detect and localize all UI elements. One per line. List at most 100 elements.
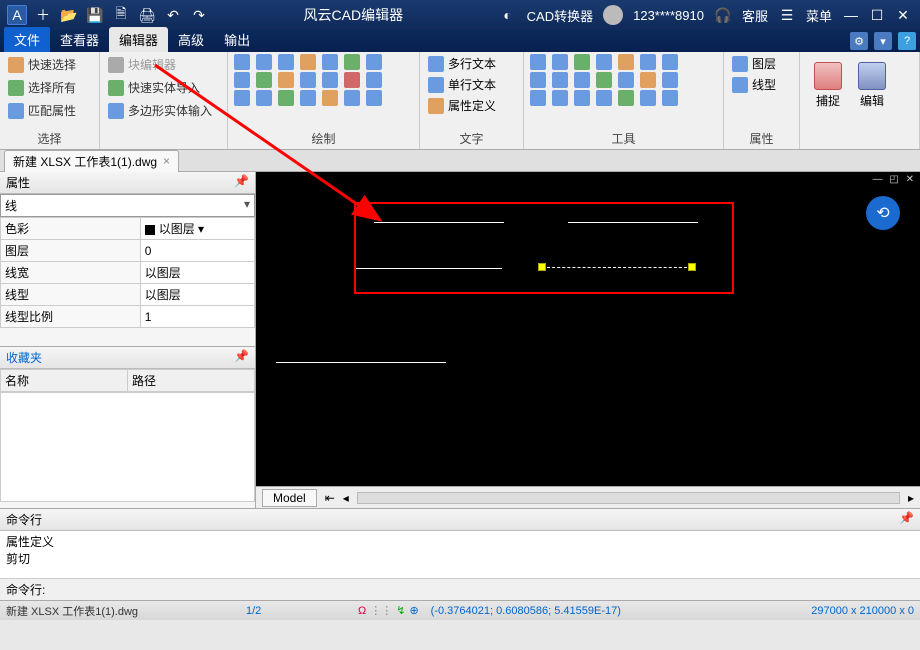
point-icon[interactable] [300,72,316,88]
line-icon[interactable] [234,54,250,70]
offset-icon[interactable] [530,90,546,106]
tab-output[interactable]: 输出 [214,27,260,52]
drawing-canvas[interactable]: — ◰ ✕ ⟲ [256,172,920,486]
grip-handle[interactable] [688,263,696,271]
ribbon-settings-icon[interactable]: ⚙ [850,32,868,50]
ribbon-help-icon[interactable]: ? [898,32,916,50]
line-entity[interactable] [568,222,698,223]
prop-val-lt[interactable]: 以图层 [140,284,254,306]
prop-val-color[interactable]: 以图层 ▾ [140,218,254,240]
linetype-button[interactable]: 线型 [730,75,793,94]
dim2-icon[interactable] [256,90,272,106]
rect-icon[interactable] [278,54,294,70]
redo-icon[interactable]: ↷ [189,5,209,25]
t7-icon[interactable] [662,90,678,106]
match-props-button[interactable]: 匹配属性 [6,100,93,121]
undo-icon[interactable]: ↶ [163,5,183,25]
command-input[interactable]: 命令行: [0,579,920,600]
tab-advanced[interactable]: 高级 [168,27,214,52]
hscroll[interactable] [357,492,900,504]
dim6-icon[interactable] [344,90,360,106]
savepdf-icon[interactable]: 🗎 [111,5,131,25]
print-icon[interactable]: 🖨 [137,5,157,25]
scale-icon[interactable] [618,54,634,70]
selected-line[interactable] [542,267,692,268]
hatch-icon[interactable] [322,72,338,88]
polygon-icon[interactable] [278,72,294,88]
ribbon-collapse-icon[interactable]: ▾ [874,32,892,50]
status-pages[interactable]: 1/2 [246,605,346,617]
line-entity[interactable] [276,362,446,363]
chamfer-icon[interactable] [596,72,612,88]
prop-val-lw[interactable]: 以图层 [140,262,254,284]
select-all-button[interactable]: 选择所有 [6,77,93,98]
edit-button[interactable]: 编辑 [850,58,894,113]
support-label[interactable]: 客服 [742,6,768,25]
snap-button[interactable]: 捕捉 [806,58,850,113]
dim5-icon[interactable] [322,90,338,106]
circle-icon[interactable] [234,72,250,88]
tab-nav-icon[interactable]: ▸ [908,491,914,505]
dim3-icon[interactable] [278,90,294,106]
donut-icon[interactable] [366,72,382,88]
align-icon[interactable] [552,90,568,106]
maximize-icon[interactable]: ☐ [867,5,887,25]
break-icon[interactable] [552,72,568,88]
pline-icon[interactable] [344,54,360,70]
erase-icon[interactable] [574,90,590,106]
menu-label[interactable]: 菜单 [806,6,832,25]
converter-icon[interactable]: ◐ [498,5,518,25]
fav-col-path[interactable]: 路径 [128,370,255,392]
fillet-icon[interactable] [618,72,634,88]
command-log[interactable]: 属性定义 剪切 [0,531,920,579]
quick-select-button[interactable]: 快速选择 [6,54,93,75]
xline-icon[interactable] [322,54,338,70]
text-button[interactable]: 单行文本 [426,75,517,94]
prop-val-layer[interactable]: 0 [140,240,254,262]
avatar-icon[interactable] [603,5,623,25]
dim4-icon[interactable] [300,90,316,106]
prop-val-lts[interactable]: 1 [140,306,254,328]
t4-icon[interactable] [596,90,612,106]
canvas-window-icons[interactable]: — ◰ ✕ [873,174,916,185]
mirror-icon[interactable] [596,54,612,70]
save-icon[interactable]: 💾 [85,5,105,25]
line-entity[interactable] [374,222,504,223]
converter-label[interactable]: CAD转换器 [527,6,593,25]
move-icon[interactable] [530,54,546,70]
fav-col-name[interactable]: 名称 [1,370,128,392]
copy-icon[interactable] [552,54,568,70]
tab-nav-icon[interactable]: ◂ [343,491,349,505]
poly-import-button[interactable]: 多边形实体输入 [106,100,221,121]
fast-import-button[interactable]: 快速实体导入 [106,77,221,98]
entity-type-combo[interactable]: 线 [0,194,255,217]
array-icon[interactable] [662,72,678,88]
line-entity[interactable] [356,268,502,269]
region-icon[interactable] [344,72,360,88]
stretch-icon[interactable] [640,54,656,70]
grip-handle[interactable] [538,263,546,271]
dim7-icon[interactable] [366,90,382,106]
support-icon[interactable]: 🎧 [713,5,733,25]
open-icon[interactable]: 📂 [59,5,79,25]
explode-icon[interactable] [640,72,656,88]
pin-icon[interactable]: 📌 [234,349,249,363]
view-cube-icon[interactable]: ⟲ [866,196,900,230]
rotate-icon[interactable] [574,54,590,70]
t6-icon[interactable] [640,90,656,106]
attdef-button[interactable]: 属性定义 [426,96,517,115]
mtext-button[interactable]: 多行文本 [426,54,517,73]
tab-file[interactable]: 文件 [4,27,50,52]
tab-editor[interactable]: 编辑器 [109,27,168,52]
tab-nav-icon[interactable]: ⇤ [325,491,335,505]
pin-icon[interactable]: 📌 [234,174,249,188]
trim-icon[interactable] [662,54,678,70]
tab-close-icon[interactable]: × [163,154,170,168]
menu-icon[interactable]: ☰ [777,5,797,25]
model-tab[interactable]: Model [262,489,317,507]
extend-icon[interactable] [530,72,546,88]
fav-body[interactable] [0,392,255,502]
close-icon[interactable]: ✕ [893,5,913,25]
arc-icon[interactable] [256,54,272,70]
pin-icon[interactable]: 📌 [899,511,914,525]
